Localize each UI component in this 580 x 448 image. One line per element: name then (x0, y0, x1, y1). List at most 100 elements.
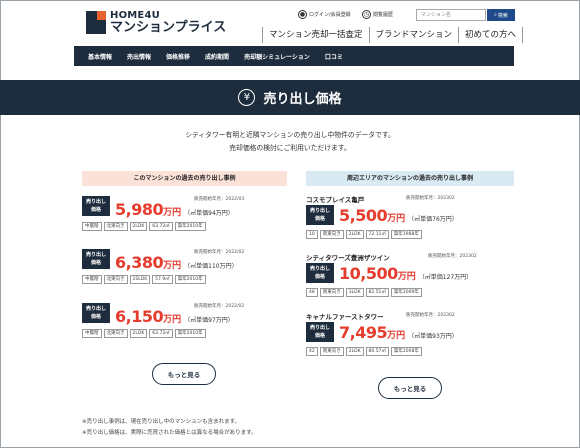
logo-bottom-text: マンションプライス (110, 20, 227, 35)
tag-floor: 42 (306, 347, 318, 356)
clock-icon: ◷ (362, 10, 371, 19)
header-nav: マンション売却一括査定 ブランドマンション 初めての方へ (262, 27, 524, 43)
tag-area: 72.11㎡ (365, 230, 389, 239)
main-nav-price-trend[interactable]: 価格推移 (166, 52, 190, 61)
sale-price-badge: 売り出し 価格 (82, 303, 110, 323)
tag-built-year: 築年2009年 (390, 288, 422, 297)
footnotes: ※売り出し事例は、現在売り出し中のマンションも含まれます。 ※売り出し価格は、実… (82, 417, 257, 439)
sale-price-badge: 売り出し 価格 (306, 322, 334, 342)
tag-area: 63.72㎡ (149, 222, 173, 231)
sale-price-badge: 売り出し 価格 (306, 205, 334, 225)
this-mansion-panel: このマンションの過去の売り出し事例 売り出し 価格 販売開始年月：2022/03 … (82, 171, 287, 385)
main-nav-simulation[interactable]: 売却額シミュレーション (244, 52, 310, 61)
login-label: ログイン/会員登録 (309, 12, 351, 18)
tag-layout: 2LDK (129, 329, 148, 338)
listing-price: 5,980 (115, 200, 164, 219)
listing-tags: 中層階 北東向き 2LDK 63.72㎡ 築年2010年 (82, 329, 208, 338)
sale-price-badge: 売り出し 価格 (82, 249, 110, 269)
mansion-name: キャナルファーストタワー (306, 313, 384, 321)
main-nav-basic-info[interactable]: 基本情報 (88, 52, 112, 61)
tag-floor: 10 (306, 230, 318, 239)
footnote-2: ※売り出し価格は、実際に売買された価格とは異なる場合があります。 (82, 430, 257, 436)
tag-direction: 南東向き (319, 288, 344, 297)
price-unit: 万円 (397, 272, 416, 282)
listing-tags: 中層階 北東向き 1SLDK 57.9㎡ 築年2010年 (82, 275, 208, 284)
header-nav-brand-mansion[interactable]: ブランドマンション (368, 27, 459, 43)
nearby-area-panel: 周辺エリアのマンションの過去の売り出し事例 コスモプレイス亀戸 販売開始年月：2… (306, 171, 514, 399)
logo-mark-icon (86, 11, 106, 34)
sale-price-badge: 売り出し 価格 (82, 196, 110, 216)
unit-price: （㎡単価110万円） (184, 263, 238, 270)
tag-area: 63.72㎡ (149, 329, 173, 338)
price-unit: 万円 (163, 315, 182, 325)
login-link[interactable]: ● ログイン/会員登録 (298, 10, 351, 19)
more-button-this-mansion[interactable]: もっと見る (152, 363, 216, 385)
listing-tags: 42 南東向き 2LDK 80.57㎡ 築年2008年 (306, 347, 424, 356)
unit-price: （㎡単価76万円） (408, 216, 458, 223)
unit-price: （㎡単価97万円） (184, 317, 234, 324)
header-nav-first-time[interactable]: 初めての方へ (458, 27, 524, 43)
tag-direction: 北東向き (103, 222, 128, 231)
site-logo[interactable]: HOME4U マンションプライス (86, 11, 226, 34)
tag-direction: 南東向き (319, 347, 344, 356)
price-unit: 万円 (387, 214, 406, 224)
mansion-name: コスモプレイス亀戸 (306, 196, 365, 204)
header-nav-sell-assessment[interactable]: マンション売却一括査定 (262, 27, 369, 43)
main-nav-sale-period[interactable]: 成約期間 (205, 52, 229, 61)
tag-floor: 中層階 (82, 275, 102, 284)
price-unit: 万円 (387, 331, 406, 341)
tag-direction: 南東向き (319, 230, 344, 239)
tag-built-year: 築年2010年 (174, 275, 206, 284)
tag-built-year: 築年1988年 (390, 230, 422, 239)
tag-direction: 北東向き (103, 275, 128, 284)
more-button-nearby-area[interactable]: もっと見る (378, 377, 442, 399)
search-input[interactable]: マンション名 (416, 9, 486, 21)
tag-layout: 1SLDK (129, 275, 151, 284)
mansion-name: シティタワーズ豊洲ザツイン (306, 254, 390, 262)
intro-line-2: 売却価格の検討にご利用いただけます。 (229, 144, 351, 152)
unit-price: （㎡単価94万円） (184, 210, 234, 217)
tag-area: 82.51㎡ (365, 288, 389, 297)
listing-price: 5,500 (339, 206, 388, 225)
tag-built-year: 築年2010年 (174, 329, 206, 338)
search-button[interactable]: ⌕ 検索 (487, 9, 515, 21)
search-button-label: 検索 (497, 12, 508, 19)
listing-tags: 48 南東向き 3LDK 82.51㎡ 築年2009年 (306, 288, 424, 297)
listing-price: 6,380 (115, 253, 164, 272)
tag-area: 57.9㎡ (152, 275, 173, 284)
main-nav-reviews[interactable]: 口コミ (325, 52, 343, 61)
tag-floor: 48 (306, 288, 318, 297)
tag-layout: 2LDK (345, 230, 364, 239)
tag-direction: 北東向き (103, 329, 128, 338)
tag-layout: 2LDK (345, 347, 364, 356)
tag-floor: 中層階 (82, 329, 102, 338)
sale-start-date: 販売開始年月：202302 (406, 196, 455, 201)
footnote-1: ※売り出し事例は、現在売り出し中のマンションも含まれます。 (82, 419, 241, 425)
listing-price: 10,500 (339, 264, 398, 283)
this-mansion-panel-title: このマンションの過去の売り出し事例 (82, 171, 287, 186)
price-unit: 万円 (163, 208, 182, 218)
price-unit: 万円 (163, 261, 182, 271)
user-icon: ● (298, 10, 307, 19)
section-banner: ¥ 売り出し価格 (0, 80, 580, 115)
history-label: 閲覧履歴 (373, 12, 394, 18)
sale-price-badge: 売り出し 価格 (306, 263, 334, 283)
listing-tags: 10 南東向き 2LDK 72.11㎡ 築年1988年 (306, 230, 424, 239)
listing-price: 7,495 (339, 323, 388, 342)
intro-text: シティタワー有明と近隣マンションの売り出し中物件のデータです。 売却価格の検討に… (0, 129, 580, 155)
tag-floor: 中層階 (82, 222, 102, 231)
tag-built-year: 築年2008年 (390, 347, 422, 356)
nearby-area-panel-title: 周辺エリアのマンションの過去の売り出し事例 (306, 171, 514, 186)
main-nav: 基本情報 売出情報 価格推移 成約期間 売却額シミュレーション 口コミ (74, 46, 514, 66)
main-nav-listings[interactable]: 売出情報 (127, 52, 151, 61)
search-icon: ⌕ (494, 12, 497, 18)
sale-start-date: 販売開始年月：202302 (406, 313, 455, 318)
listing-tags: 中層階 北東向き 2LDK 63.72㎡ 築年2010年 (82, 222, 208, 231)
listing-price: 6,150 (115, 307, 164, 326)
page-title: 売り出し価格 (263, 92, 342, 107)
unit-price: （㎡単価93万円） (408, 333, 458, 340)
tag-area: 80.57㎡ (365, 347, 389, 356)
history-link[interactable]: ◷ 閲覧履歴 (362, 10, 393, 19)
unit-price: （㎡単価127万円） (418, 274, 473, 281)
sale-start-date: 販売開始年月：202302 (428, 254, 477, 259)
